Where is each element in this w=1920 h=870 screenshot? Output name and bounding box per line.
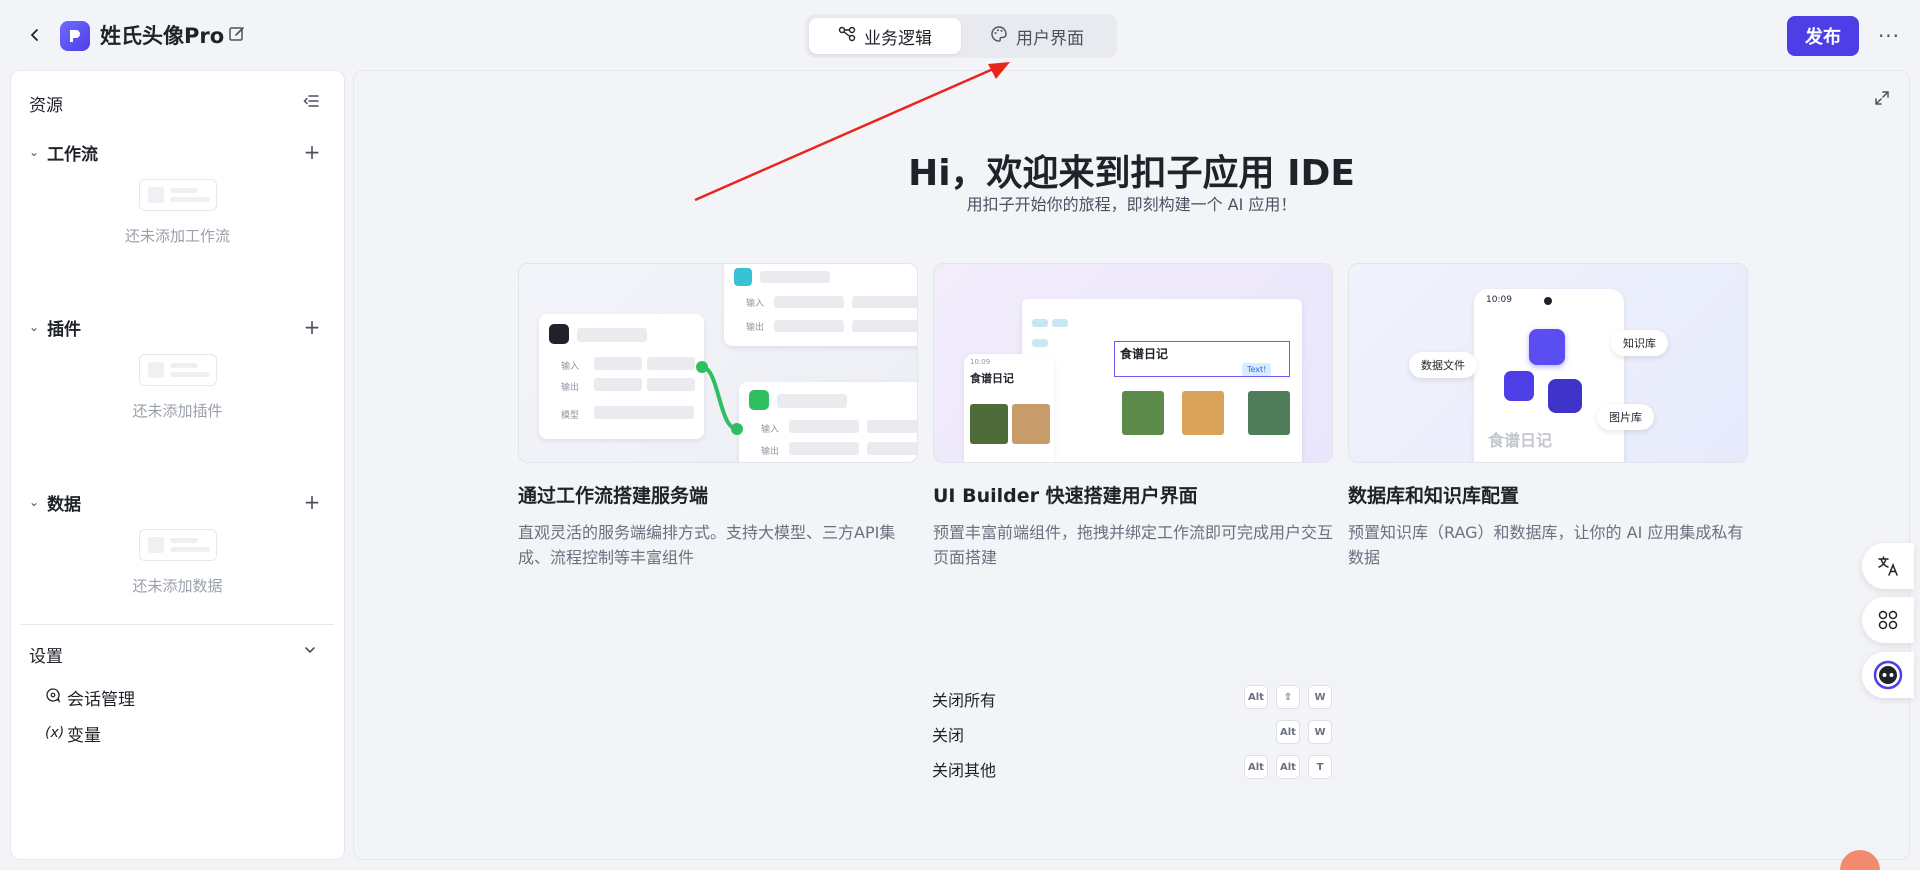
assistant-bot-icon[interactable] (1862, 652, 1914, 698)
tab-business-logic[interactable]: 业务逻辑 (809, 18, 961, 54)
database-illustration: 10:09 食谱日记 数据文件 知识库 图片库 (1348, 263, 1748, 463)
settings-item-variable-label: 变量 (67, 725, 101, 746)
key-cap: T (1308, 755, 1332, 779)
resource-title: 资源 (29, 96, 63, 116)
shortcut-label: 关闭其他 (932, 761, 997, 780)
key-cap: Alt (1244, 685, 1268, 709)
key-cap: Alt (1276, 755, 1300, 779)
shortcut-close-others: 关闭其他 Alt Alt T (932, 755, 1332, 780)
tab-user-interface[interactable]: 用户界面 (961, 18, 1113, 54)
settings-item-conversation-label: 会话管理 (67, 689, 135, 710)
tab-user-interface-label: 用户界面 (1016, 28, 1084, 49)
key-cap: ⇧ (1276, 685, 1300, 709)
section-plugin-label: 插件 (47, 319, 82, 340)
app-title: 姓氏头像Pro (100, 24, 225, 48)
sidebar-divider (21, 624, 334, 625)
chat-settings-icon (45, 687, 61, 707)
collapse-sidebar-icon[interactable] (301, 91, 323, 113)
more-icon[interactable]: ··· (1874, 22, 1904, 50)
palette-icon (990, 25, 1008, 48)
mode-switch: 业务逻辑 用户界面 (805, 14, 1117, 58)
data-empty-text: 还未添加数据 (132, 577, 223, 595)
apps-icon[interactable] (1862, 597, 1914, 643)
workflow-empty-text: 还未添加工作流 (124, 227, 230, 245)
key-cap: W (1308, 720, 1332, 744)
settings-title: 设置 (29, 647, 63, 667)
expand-icon[interactable] (1873, 89, 1895, 111)
workflow-icon (838, 25, 856, 48)
add-data-button[interactable]: + (301, 490, 323, 514)
ui-builder-illustration: 食谱日记 Text! 10:09 食谱日记 (933, 263, 1333, 463)
settings-item-conversation[interactable]: 会话管理 (45, 685, 135, 710)
variable-icon: (x) (45, 725, 65, 741)
feature-card-ui-builder-title: UI Builder 快速搭建用户界面 (933, 485, 1198, 507)
welcome-subtitle: 用扣子开始你的旅程，即刻构建一个 AI 应用！ (966, 195, 1297, 214)
shortcut-close-all: 关闭所有 Alt ⇧ W (932, 685, 1332, 710)
key-cap: Alt (1244, 755, 1268, 779)
tab-business-logic-label: 业务逻辑 (864, 28, 932, 49)
shortcut-label: 关闭 (932, 726, 965, 745)
feature-card-workflow-desc: 直观灵活的服务端编排方式。支持大模型、三方API集成、流程控制等丰富组件 (518, 523, 896, 567)
section-workflow-label: 工作流 (47, 144, 99, 165)
empty-illustration (139, 179, 217, 211)
section-workflow-toggle[interactable]: ⌄ 工作流 (29, 139, 98, 165)
settings-item-variable[interactable]: (x) 变量 (45, 721, 101, 746)
chevron-down-icon: ⌄ (29, 320, 40, 334)
plugin-empty-text: 还未添加插件 (132, 402, 223, 420)
shortcut-label: 关闭所有 (932, 691, 997, 710)
section-data-label: 数据 (47, 494, 82, 515)
translate-icon[interactable] (1862, 543, 1914, 589)
publish-button[interactable]: 发布 (1787, 16, 1859, 56)
welcome-title: Hi，欢迎来到扣子应用 IDE (908, 153, 1355, 194)
back-icon[interactable] (22, 22, 48, 48)
resource-sidebar: 资源 ⌄ 工作流 + 还未添加工作流 ⌄ 插件 + 还未添加插件 ⌄ 数据 + … (10, 70, 345, 860)
add-workflow-button[interactable]: + (301, 140, 323, 164)
app-logo (60, 21, 90, 51)
section-plugin-toggle[interactable]: ⌄ 插件 (29, 314, 81, 340)
edit-icon[interactable] (227, 24, 249, 46)
shortcut-close: 关闭 Alt W (932, 720, 1332, 745)
feature-card-database-desc: 预置知识库（RAG）和数据库，让你的 AI 应用集成私有数据 (1348, 523, 1744, 567)
chevron-down-icon[interactable] (303, 643, 317, 661)
key-cap: W (1308, 685, 1332, 709)
key-cap: Alt (1276, 720, 1300, 744)
chevron-down-icon: ⌄ (29, 495, 40, 509)
feature-card-workflow-title: 通过工作流搭建服务端 (518, 485, 709, 507)
workflow-illustration: 输入 输出 输入 输出 模型 输入 输出 (518, 263, 918, 463)
empty-illustration (139, 354, 217, 386)
section-data-toggle[interactable]: ⌄ 数据 (29, 489, 81, 515)
chevron-down-icon: ⌄ (29, 145, 40, 159)
feature-card-database-title: 数据库和知识库配置 (1348, 485, 1520, 507)
feature-card-ui-builder-desc: 预置丰富前端组件，拖拽并绑定工作流即可完成用户交互页面搭建 (933, 523, 1334, 567)
empty-illustration (139, 529, 217, 561)
top-bar: 姓氏头像Pro 业务逻辑 用户界面 发布 ··· (0, 0, 1920, 70)
add-plugin-button[interactable]: + (301, 315, 323, 339)
